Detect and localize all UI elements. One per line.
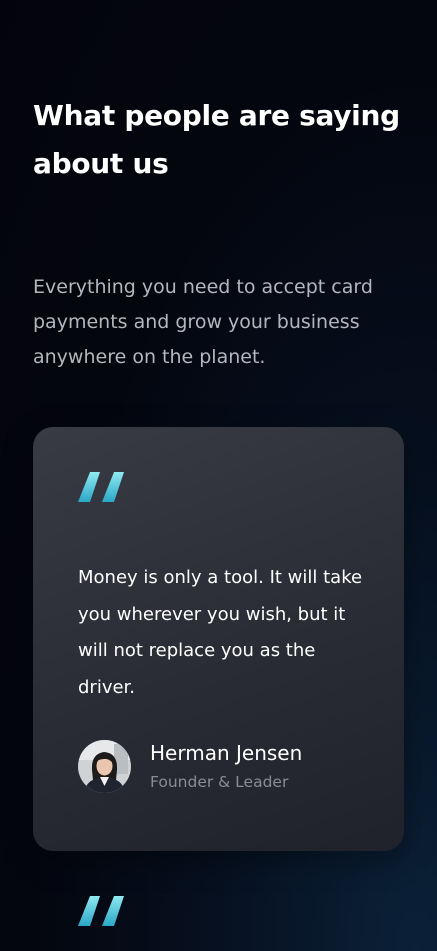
section-subtitle: Everything you need to accept card payme… bbox=[33, 276, 373, 368]
author-name: Herman Jensen bbox=[150, 741, 303, 765]
testimonial-card: Money is only a tool. It will take you w… bbox=[33, 427, 404, 851]
avatar bbox=[78, 739, 131, 793]
section-title: What people are saying about us bbox=[33, 99, 400, 180]
quote-mark-icon bbox=[78, 896, 124, 926]
author-role: Founder & Leader bbox=[150, 773, 289, 791]
quote-mark-icon bbox=[78, 472, 124, 502]
author-info: Herman Jensen Founder & Leader bbox=[150, 738, 302, 794]
testimonial-author: Herman Jensen Founder & Leader bbox=[78, 738, 302, 794]
testimonial-quote: Money is only a tool. It will take you w… bbox=[78, 567, 363, 698]
